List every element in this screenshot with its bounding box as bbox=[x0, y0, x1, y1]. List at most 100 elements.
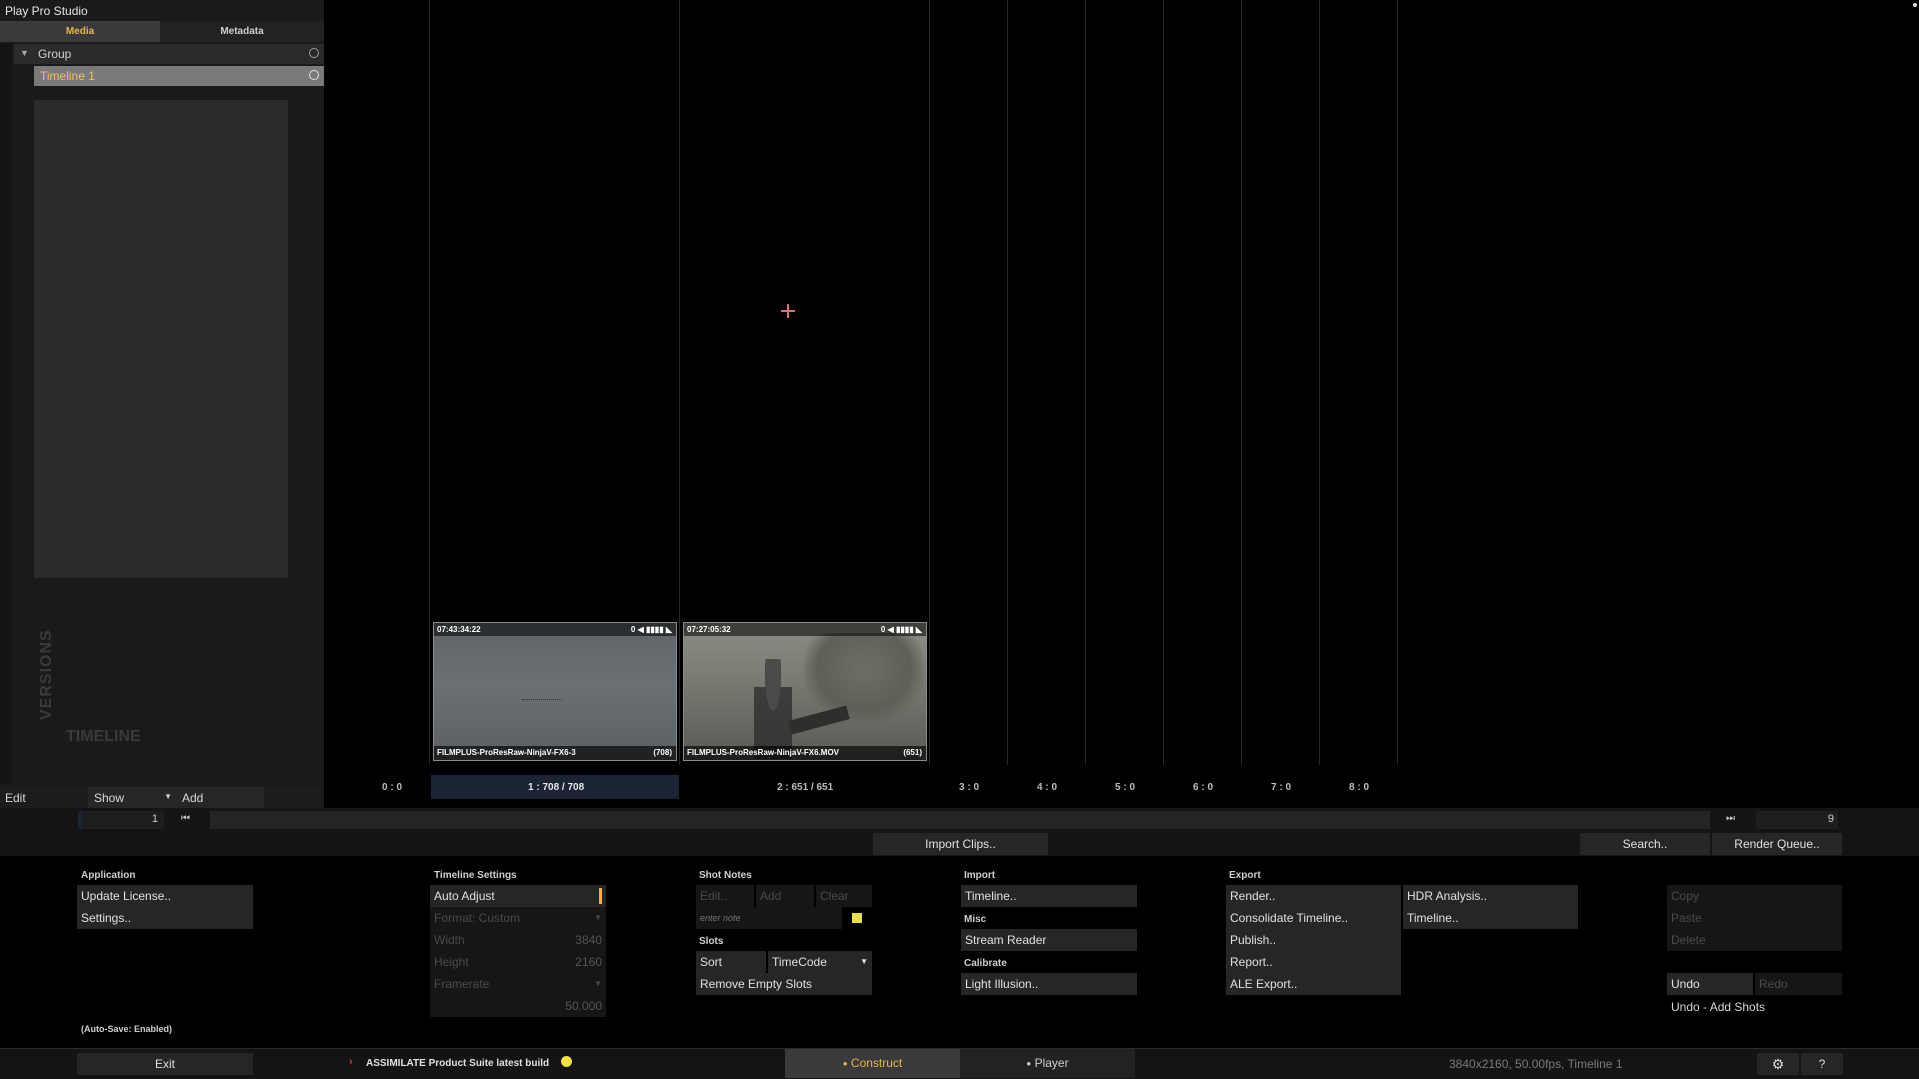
help-button[interactable]: ? bbox=[1801, 1053, 1843, 1075]
import-clips-button[interactable]: Import Clips.. bbox=[873, 833, 1048, 855]
person-figure bbox=[754, 659, 792, 759]
exit-button[interactable]: Exit bbox=[77, 1053, 253, 1075]
import-timeline-button[interactable]: Timeline.. bbox=[961, 885, 1137, 907]
construct-tab[interactable]: ● Construct bbox=[785, 1049, 960, 1078]
ruler-slot-0[interactable]: 0 : 0 bbox=[382, 782, 402, 793]
slot-divider bbox=[1319, 0, 1320, 765]
tab-media-label: Media bbox=[65, 26, 95, 37]
wrench-icon: ◣ bbox=[665, 625, 672, 634]
add-label: Add bbox=[182, 791, 204, 805]
note-edit-button: Edit.. bbox=[696, 885, 754, 907]
height-value: 2160 bbox=[575, 955, 602, 969]
note-color-swatch[interactable] bbox=[852, 913, 862, 923]
format-label: Format: Custom bbox=[434, 911, 521, 925]
clip-thumbnail[interactable]: 07:27:05:32 0 ◀ ▮▮▮▮ ◣ FILMPLUS-ProResRa… bbox=[683, 622, 927, 761]
update-license-button[interactable]: Update License.. bbox=[77, 885, 253, 907]
tab-metadata[interactable]: Metadata bbox=[160, 21, 324, 42]
timeline-vertical-label[interactable]: TIMELINE bbox=[66, 728, 141, 746]
slot-divider bbox=[1241, 0, 1242, 765]
slot-divider bbox=[1163, 0, 1164, 765]
add-button[interactable]: Add bbox=[176, 787, 264, 809]
render-button[interactable]: Render.. bbox=[1226, 885, 1401, 907]
ruler-slot-5[interactable]: 5 : 0 bbox=[1115, 782, 1135, 793]
signal-bars-icon: ▮▮▮▮ bbox=[646, 625, 664, 634]
paste-button: Paste bbox=[1667, 907, 1842, 929]
export-timeline-button[interactable]: Timeline.. bbox=[1403, 907, 1578, 929]
expand-arrow-icon[interactable]: ▼ bbox=[20, 48, 29, 58]
audio-count: 0 bbox=[880, 625, 886, 634]
clip-status: 0 ◀ ▮▮▮▮ ◣ bbox=[881, 623, 922, 636]
refresh-icon[interactable] bbox=[309, 48, 319, 58]
ruler-slot-1[interactable]: 1 : 708 / 708 bbox=[528, 782, 584, 793]
chevron-down-icon: ▼ bbox=[860, 957, 868, 966]
sort-button[interactable]: Sort bbox=[696, 951, 766, 973]
shot-notes-title: Shot Notes bbox=[699, 870, 752, 881]
edit-menu[interactable]: Edit bbox=[5, 791, 26, 805]
ruler-slot-2[interactable]: 2 : 651 / 651 bbox=[777, 782, 833, 793]
info-bulb-icon[interactable] bbox=[561, 1056, 572, 1067]
skip-start-icon[interactable]: ⏮ bbox=[181, 813, 190, 824]
tree-group-row[interactable]: ▼ Group bbox=[14, 44, 324, 64]
refresh-icon[interactable] bbox=[309, 70, 319, 80]
undo-button[interactable]: Undo bbox=[1667, 973, 1753, 995]
news-link[interactable]: ASSIMILATE Product Suite latest build bbox=[366, 1058, 549, 1069]
redo-button: Redo bbox=[1755, 973, 1842, 995]
app-title: Play Pro Studio bbox=[5, 4, 88, 18]
ruler-slot-8[interactable]: 8 : 0 bbox=[1349, 782, 1369, 793]
render-queue-button[interactable]: Render Queue.. bbox=[1712, 833, 1842, 855]
construct-label: Construct bbox=[850, 1056, 903, 1070]
note-add-button: Add bbox=[756, 885, 814, 907]
width-value: 3840 bbox=[575, 933, 602, 947]
remove-empty-slots-button[interactable]: Remove Empty Slots bbox=[696, 973, 872, 995]
crosshair-cursor-icon bbox=[781, 304, 795, 318]
signal-bars-icon: ▮▮▮▮ bbox=[896, 625, 914, 634]
ruler-slot-4[interactable]: 4 : 0 bbox=[1037, 782, 1057, 793]
start-field[interactable]: 1 bbox=[78, 811, 164, 829]
search-button[interactable]: Search.. bbox=[1580, 833, 1710, 855]
settings-button[interactable]: Settings.. bbox=[77, 907, 253, 929]
skip-end-icon[interactable]: ⏭ bbox=[1726, 813, 1735, 824]
corner-dot bbox=[1913, 3, 1917, 7]
consolidate-timeline-button[interactable]: Consolidate Timeline.. bbox=[1226, 907, 1401, 929]
end-value: 9 bbox=[1827, 813, 1834, 825]
wrench-icon: ◣ bbox=[915, 625, 922, 634]
slot-divider bbox=[429, 0, 430, 765]
panel-scrollbar[interactable] bbox=[0, 44, 12, 784]
framerate-field: 50.000 bbox=[430, 995, 606, 1017]
settings-gear-button[interactable]: ⚙ bbox=[1757, 1053, 1799, 1075]
ruler-slot-6[interactable]: 6 : 0 bbox=[1193, 782, 1213, 793]
format-dropdown: Format: Custom ▼ bbox=[430, 907, 606, 929]
width-label: Width bbox=[434, 933, 465, 947]
status-dot-icon: ● bbox=[842, 1059, 848, 1068]
show-dropdown[interactable]: Show ▼ bbox=[88, 787, 176, 809]
undo-info: Undo - Add Shots bbox=[1671, 1000, 1766, 1014]
end-field[interactable]: 9 bbox=[1756, 811, 1838, 829]
framerate-dropdown: Framerate ▼ bbox=[430, 973, 606, 995]
timeline-scrubber[interactable] bbox=[210, 811, 1710, 829]
tree-timeline-row[interactable]: Timeline 1 bbox=[34, 66, 324, 86]
tab-media[interactable]: Media bbox=[0, 21, 160, 42]
status-dot-icon: ● bbox=[1026, 1059, 1032, 1068]
player-tab[interactable]: ● Player bbox=[960, 1049, 1135, 1078]
clip-thumbnail[interactable]: 07:43:34:22 0 ◀ ▮▮▮▮ ◣ FILMPLUS-ProResRa… bbox=[433, 622, 677, 761]
auto-adjust-label: Auto Adjust bbox=[434, 889, 495, 903]
height-label: Height bbox=[434, 955, 469, 969]
stream-reader-button[interactable]: Stream Reader bbox=[961, 929, 1137, 951]
ruler-slot-7[interactable]: 7 : 0 bbox=[1271, 782, 1291, 793]
sort-dropdown[interactable]: TimeCode ▼ bbox=[768, 951, 872, 973]
slot-divider bbox=[679, 0, 680, 765]
versions-label[interactable]: VERSIONS bbox=[38, 629, 56, 720]
note-input[interactable] bbox=[696, 907, 842, 929]
auto-adjust-toggle[interactable]: Auto Adjust bbox=[430, 885, 606, 907]
report-button[interactable]: Report.. bbox=[1226, 951, 1401, 973]
group-label: Group bbox=[38, 47, 72, 61]
chevron-down-icon: ▼ bbox=[594, 913, 602, 922]
help-icon: ? bbox=[1818, 1057, 1826, 1071]
ruler-slot-3[interactable]: 3 : 0 bbox=[959, 782, 979, 793]
light-illusion-button[interactable]: Light Illusion.. bbox=[961, 973, 1137, 995]
publish-button[interactable]: Publish.. bbox=[1226, 929, 1401, 951]
bottom-panel bbox=[0, 856, 1919, 1046]
ale-export-button[interactable]: ALE Export.. bbox=[1226, 973, 1401, 995]
slot-divider bbox=[929, 0, 930, 765]
hdr-analysis-button[interactable]: HDR Analysis.. bbox=[1403, 885, 1578, 907]
